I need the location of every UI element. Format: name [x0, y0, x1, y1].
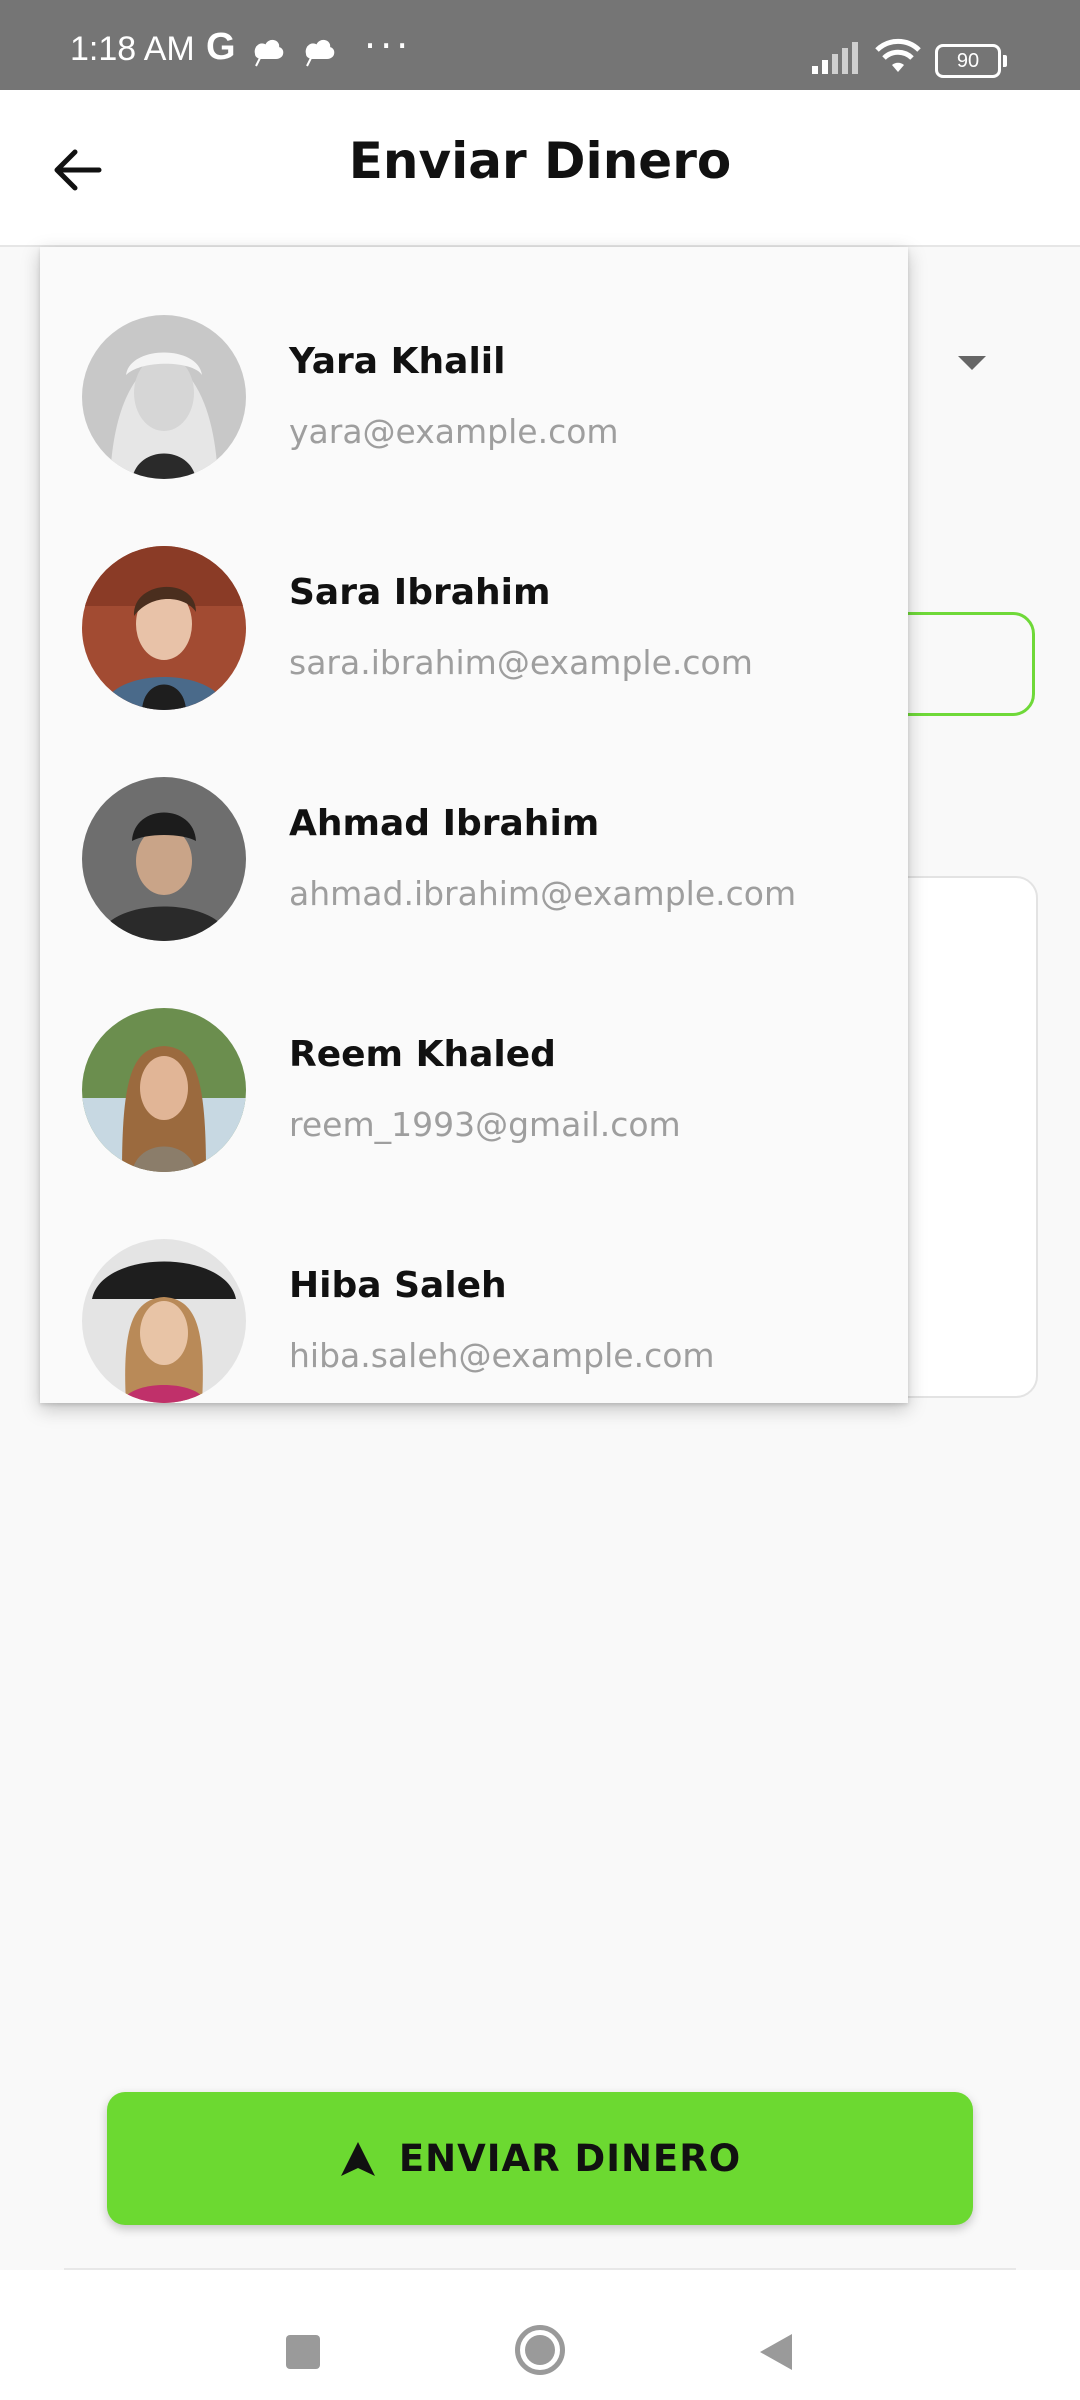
dropdown-arrow-icon[interactable]: [958, 356, 986, 370]
contact-email: sara.ibrahim@example.com: [289, 643, 753, 682]
recents-icon[interactable]: [286, 2335, 320, 2369]
contact-name: Reem Khaled: [289, 1034, 556, 1075]
notification-leaf-icon: [254, 40, 284, 67]
send-arrow-icon: [340, 2141, 375, 2176]
status-time: 1:18 AM: [70, 30, 195, 68]
contact-dropdown: Yara Khalil yara@example.com Sara Ibrahi…: [40, 247, 908, 1403]
contact-item-sara[interactable]: Sara Ibrahim sara.ibrahim@example.com: [40, 478, 908, 710]
avatar: [82, 1008, 246, 1172]
contact-email: yara@example.com: [289, 412, 619, 451]
app-bar: Enviar Dinero: [0, 90, 1080, 247]
contact-item-yara[interactable]: Yara Khalil yara@example.com: [40, 247, 908, 479]
page-title: Enviar Dinero: [348, 132, 732, 190]
more-notifications-icon: ···: [364, 24, 413, 68]
home-icon[interactable]: [515, 2325, 565, 2375]
status-bar: 1:18 AM G ··· 90: [0, 0, 1080, 90]
contact-item-ahmad[interactable]: Ahmad Ibrahim ahmad.ibrahim@example.com: [40, 709, 908, 941]
battery-icon: 90: [935, 44, 1007, 78]
contact-name: Sara Ibrahim: [289, 572, 551, 613]
contact-name: Yara Khalil: [289, 341, 506, 382]
contact-email: hiba.saleh@example.com: [289, 1336, 715, 1375]
avatar: [82, 546, 246, 710]
carrier-g-icon: G: [206, 26, 236, 68]
avatar: [82, 315, 246, 479]
send-button-label: ENVIAR DINERO: [398, 2137, 742, 2180]
signal-icon: [812, 42, 858, 74]
avatar: [82, 777, 246, 941]
contact-item-reem[interactable]: Reem Khaled reem_1993@gmail.com: [40, 940, 908, 1172]
nav-back-icon[interactable]: [758, 2332, 794, 2372]
system-nav-bar: [0, 2270, 1080, 2400]
notification-leaf-icon: [305, 40, 335, 67]
contact-name: Hiba Saleh: [289, 1265, 507, 1306]
contact-item-hiba[interactable]: Hiba Saleh hiba.saleh@example.com: [40, 1171, 908, 1403]
avatar: [82, 1239, 246, 1403]
send-money-button[interactable]: ENVIAR DINERO: [107, 2092, 973, 2225]
contact-email: reem_1993@gmail.com: [289, 1105, 681, 1144]
wifi-icon: [875, 38, 921, 72]
contact-name: Ahmad Ibrahim: [289, 803, 600, 844]
contact-email: ahmad.ibrahim@example.com: [289, 874, 797, 913]
